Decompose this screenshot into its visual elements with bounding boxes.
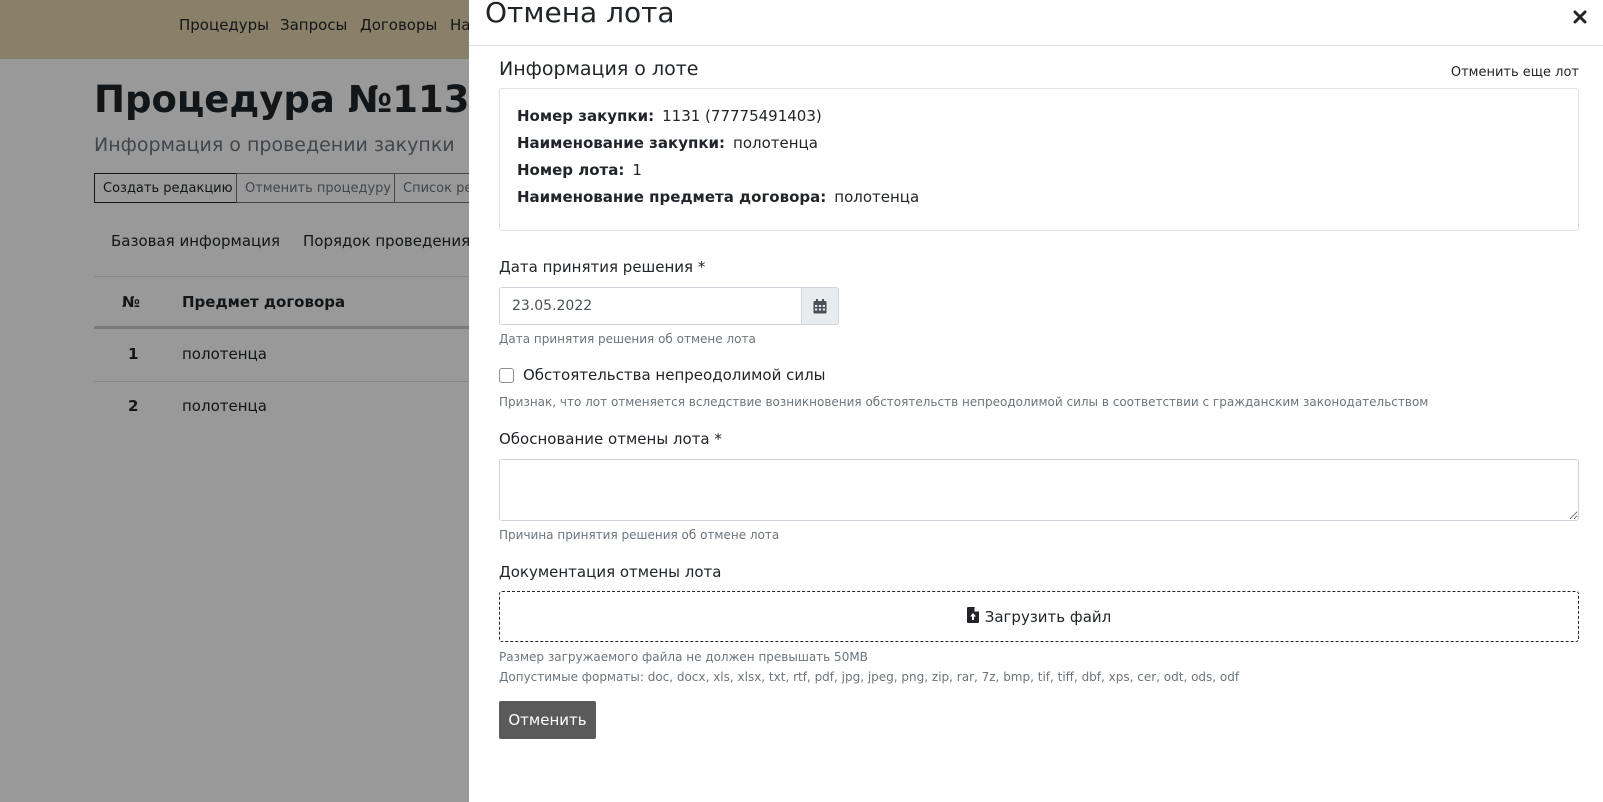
info-label: Наименование предмета договора: xyxy=(517,188,827,206)
info-label: Номер закупки: xyxy=(517,107,655,125)
info-value: 1131 (77775491403) xyxy=(662,107,822,125)
force-majeure-checkbox[interactable] xyxy=(499,368,514,383)
info-row-purchase-name: Наименование закупки: полотенца xyxy=(517,134,818,152)
info-row-contract-subject: Наименование предмета договора: полотенца xyxy=(517,188,919,206)
file-upload-icon xyxy=(966,606,979,627)
file-formats-help: Допустимые форматы: doc, docx, xls, xlsx… xyxy=(499,670,1240,684)
force-majeure-label[interactable]: Обстоятельства непреодолимой силы xyxy=(523,366,826,384)
reason-help: Причина принятия решения об отмене лота xyxy=(499,528,780,542)
info-label: Наименование закупки: xyxy=(517,134,726,152)
calendar-icon[interactable] xyxy=(801,287,839,325)
info-row-lot-number: Номер лота: 1 xyxy=(517,161,642,179)
cancel-lot-panel: Отмена лота Информация о лоте Отменить е… xyxy=(469,0,1603,802)
cancel-lot-submit-button[interactable]: Отменить xyxy=(499,701,596,739)
force-majeure-help: Признак, что лот отменяется вследствие в… xyxy=(499,395,1429,409)
lot-info-title: Информация о лоте xyxy=(499,58,699,80)
file-upload-button[interactable]: Загрузить файл xyxy=(499,591,1579,642)
cancel-another-lot-link[interactable]: Отменить еще лот xyxy=(1451,65,1579,80)
documents-label: Документация отмены лота xyxy=(499,563,722,581)
panel-header: Отмена лота xyxy=(469,0,1603,46)
close-icon[interactable] xyxy=(1569,6,1591,28)
file-size-help: Размер загружаемого файла не должен прев… xyxy=(499,650,868,664)
reason-textarea[interactable] xyxy=(499,459,1579,521)
decision-date-label: Дата принятия решения * xyxy=(499,258,706,276)
decision-date-input[interactable] xyxy=(499,287,801,325)
info-row-purchase-number: Номер закупки: 1131 (77775491403) xyxy=(517,107,822,125)
lot-info-card: Номер закупки: 1131 (77775491403) Наимено… xyxy=(499,88,1579,231)
file-upload-label: Загрузить файл xyxy=(984,607,1112,626)
info-value: полотенца xyxy=(834,188,920,206)
decision-date-group xyxy=(499,287,839,325)
reason-label: Обоснование отмены лота * xyxy=(499,430,722,448)
info-value: полотенца xyxy=(733,134,818,152)
info-value: 1 xyxy=(632,161,642,179)
panel-title: Отмена лота xyxy=(485,0,675,29)
decision-date-help: Дата принятия решения об отмене лота xyxy=(499,332,756,346)
info-label: Номер лота: xyxy=(517,161,625,179)
